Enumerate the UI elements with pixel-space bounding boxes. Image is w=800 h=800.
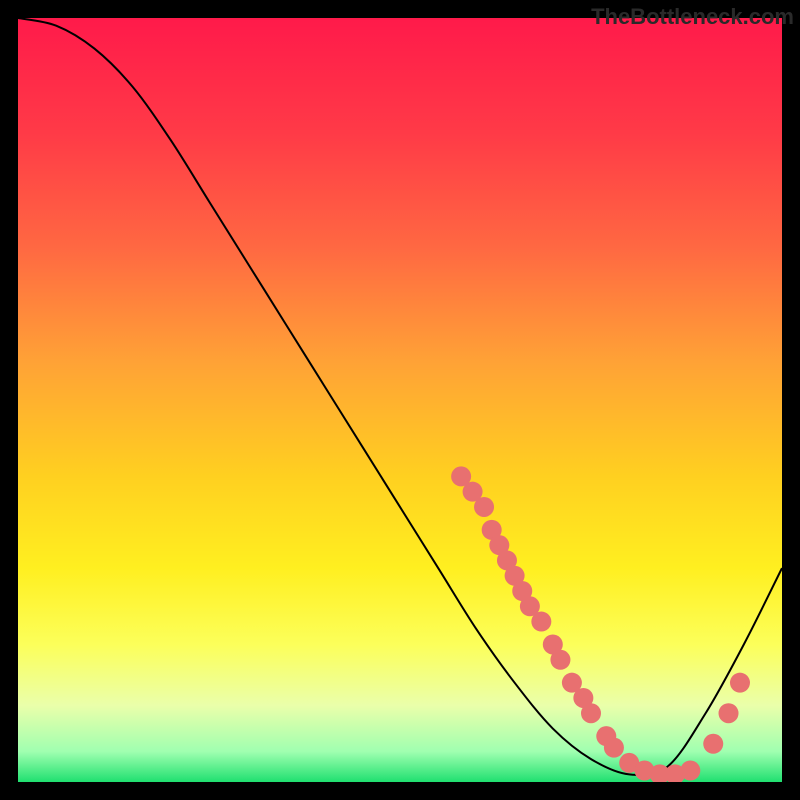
data-point [531, 612, 551, 632]
data-point [680, 761, 700, 781]
data-point [474, 497, 494, 517]
scatter-points [451, 466, 750, 782]
curve-layer [18, 18, 782, 782]
data-point [703, 734, 723, 754]
data-point [719, 703, 739, 723]
watermark-text: TheBottleneck.com [591, 4, 794, 30]
data-point [550, 650, 570, 670]
plot-area [18, 18, 782, 782]
curve-path [18, 18, 782, 775]
data-point [730, 673, 750, 693]
data-point [604, 738, 624, 758]
data-point [581, 703, 601, 723]
